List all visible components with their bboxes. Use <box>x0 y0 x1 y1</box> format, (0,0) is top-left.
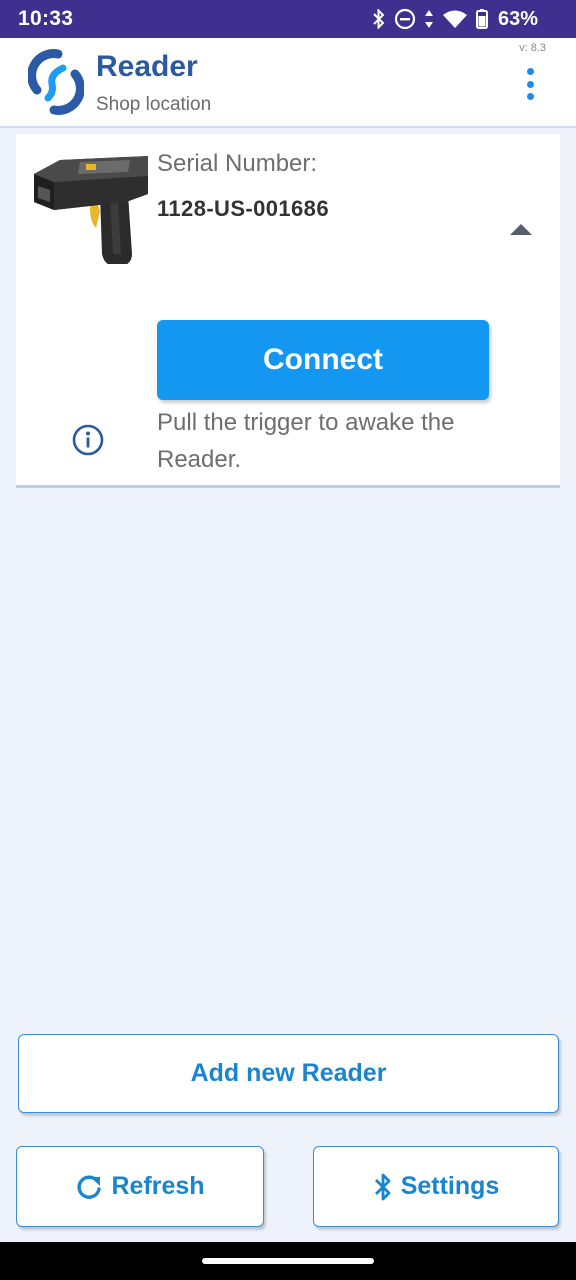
app-subtitle: Shop location <box>96 94 212 115</box>
status-time: 10:33 <box>18 7 74 30</box>
add-new-reader-button[interactable]: Add new Reader <box>18 1034 559 1113</box>
battery-percentage: 63% <box>497 7 538 30</box>
refresh-label: Refresh <box>111 1172 205 1200</box>
refresh-button[interactable]: Refresh <box>16 1146 264 1227</box>
status-icons: 63% <box>372 8 538 30</box>
connect-button[interactable]: Connect <box>157 320 489 400</box>
data-arrows-icon <box>424 10 433 28</box>
settings-label: Settings <box>400 1172 500 1200</box>
serial-number-label: Serial Number: <box>157 150 318 177</box>
menu-dot <box>526 93 534 100</box>
app-logo-icon <box>28 49 84 115</box>
serial-number-value: 1128-US-001686 <box>157 196 329 221</box>
reader-card: Serial Number: 1128-US-001686 Connect Pu… <box>16 134 560 488</box>
refresh-icon <box>77 1175 102 1199</box>
do-not-disturb-icon <box>394 8 416 30</box>
app-bar: Reader Shop location v: 8.3 <box>0 38 576 128</box>
bluetooth-icon <box>373 9 385 29</box>
menu-dot <box>526 80 534 88</box>
menu-dot <box>526 68 534 75</box>
rfid-reader-image <box>34 156 148 264</box>
app-title: Reader <box>96 50 198 83</box>
settings-button[interactable]: Settings <box>313 1146 559 1227</box>
add-new-reader-label: Add new Reader <box>190 1059 387 1087</box>
navigation-bar <box>0 1242 576 1280</box>
info-icon[interactable] <box>72 424 104 456</box>
bluetooth-icon <box>374 1173 391 1200</box>
battery-icon <box>475 9 488 29</box>
wifi-icon <box>442 10 467 28</box>
collapse-arrow-icon[interactable] <box>510 224 532 235</box>
hint-text: Pull the trigger to awake the Reader. <box>157 409 455 473</box>
version-label: v: 8.3 <box>519 42 546 54</box>
more-vert-icon[interactable] <box>524 68 536 100</box>
status-bar: 10:33 63% <box>0 0 576 38</box>
home-indicator[interactable] <box>202 1258 374 1264</box>
